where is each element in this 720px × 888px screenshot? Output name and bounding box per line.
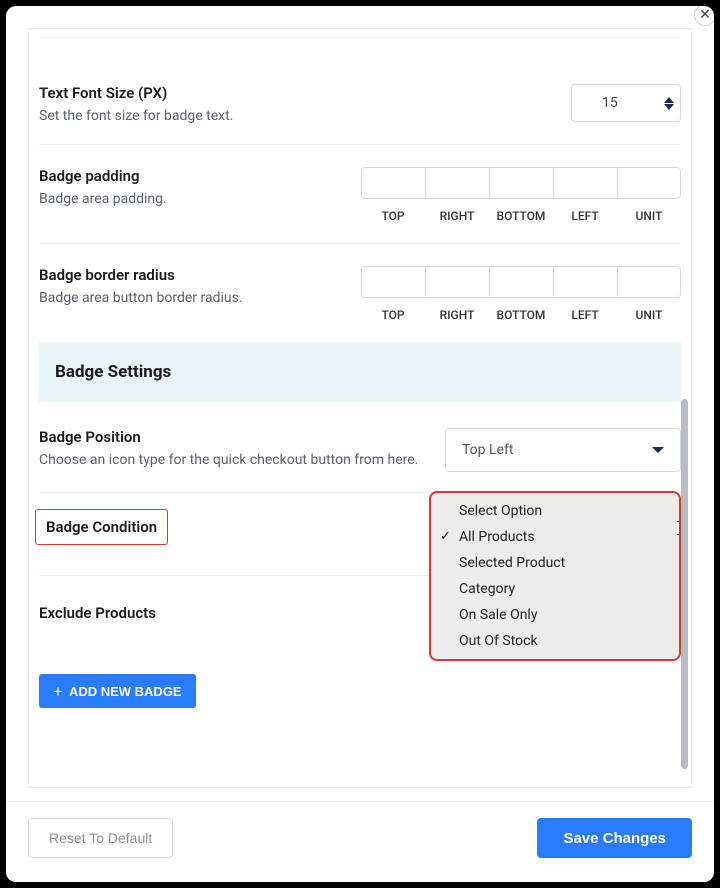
- condition-option-select[interactable]: Select Option: [431, 493, 679, 524]
- scrollbar-thumb[interactable]: [681, 399, 688, 769]
- row-badge-position: Badge Position Choose an icon type for t…: [39, 412, 681, 493]
- settings-modal: ✕ Text Font Size (PX) Set the font size …: [6, 6, 714, 882]
- position-title: Badge Position: [39, 428, 435, 446]
- reset-button[interactable]: Reset To Default: [28, 818, 173, 858]
- padding-label-right: RIGHT: [425, 209, 489, 223]
- stepper-down-icon[interactable]: [664, 104, 674, 110]
- page: Text Font Size (PX) Set the font size fo…: [6, 6, 714, 882]
- radius-label-bottom: BOTTOM: [489, 308, 553, 322]
- font-size-desc: Set the font size for badge text.: [39, 108, 561, 124]
- position-desc: Choose an icon type for the quick checko…: [39, 452, 435, 468]
- border-radius-desc: Badge area button border radius.: [39, 290, 351, 306]
- radius-label-right: RIGHT: [425, 308, 489, 322]
- padding-label-unit: UNIT: [617, 209, 681, 223]
- row-padding: Badge padding Badge area padding.: [39, 145, 681, 244]
- padding-label-left: LEFT: [553, 209, 617, 223]
- position-select[interactable]: Top Left: [445, 428, 681, 472]
- close-button[interactable]: ✕: [694, 6, 714, 26]
- position-select-value: Top Left: [462, 442, 513, 458]
- chevron-down-icon: [652, 447, 664, 453]
- plus-icon: +: [53, 683, 63, 700]
- row-border-radius: Badge border radius Badge area button bo…: [39, 244, 681, 342]
- add-new-badge-button[interactable]: + ADD NEW BADGE: [39, 674, 196, 708]
- border-radius-title: Badge border radius: [39, 266, 351, 284]
- footer: Reset To Default Save Changes: [6, 801, 714, 882]
- radius-left-input[interactable]: [553, 266, 617, 298]
- add-new-badge-label: ADD NEW BADGE: [69, 684, 182, 699]
- padding-bottom-input[interactable]: [489, 167, 553, 199]
- padding-unit-input[interactable]: [617, 167, 681, 199]
- save-button[interactable]: Save Changes: [537, 818, 692, 858]
- padding-left-input[interactable]: [553, 167, 617, 199]
- scroll-area: Text Font Size (PX) Set the font size fo…: [28, 28, 692, 788]
- condition-option-on-sale[interactable]: On Sale Only: [431, 602, 679, 628]
- section-header-title: Badge Settings: [55, 362, 665, 382]
- radius-top-input[interactable]: [361, 266, 425, 298]
- padding-desc: Badge area padding.: [39, 191, 351, 207]
- font-size-value: 15: [602, 95, 618, 111]
- row-badge-condition: Badge Condition Select Option All Produc…: [39, 493, 681, 576]
- radius-label-top: TOP: [361, 308, 425, 322]
- condition-option-selected-product[interactable]: Selected Product: [431, 550, 679, 576]
- close-icon: ✕: [699, 7, 711, 23]
- padding-title: Badge padding: [39, 167, 351, 185]
- condition-option-category[interactable]: Category: [431, 576, 679, 602]
- condition-title-highlight: Badge Condition: [35, 509, 168, 545]
- radius-label-unit: UNIT: [617, 308, 681, 322]
- padding-label-bottom: BOTTOM: [489, 209, 553, 223]
- row-font-size: Text Font Size (PX) Set the font size fo…: [39, 37, 681, 145]
- radius-right-input[interactable]: [425, 266, 489, 298]
- padding-label-top: TOP: [361, 209, 425, 223]
- font-size-stepper[interactable]: 15: [571, 84, 681, 122]
- radius-label-left: LEFT: [553, 308, 617, 322]
- font-size-title: Text Font Size (PX): [39, 84, 561, 102]
- padding-top-input[interactable]: [361, 167, 425, 199]
- radius-bottom-input[interactable]: [489, 266, 553, 298]
- condition-dropdown[interactable]: Select Option All Products Selected Prod…: [429, 491, 681, 661]
- radius-unit-input[interactable]: [617, 266, 681, 298]
- condition-option-all-products[interactable]: All Products: [431, 524, 679, 550]
- section-header-badge-settings: Badge Settings: [39, 342, 681, 402]
- stepper-up-icon[interactable]: [664, 97, 674, 103]
- condition-option-out-of-stock[interactable]: Out Of Stock: [431, 628, 679, 659]
- padding-right-input[interactable]: [425, 167, 489, 199]
- condition-title: Badge Condition: [46, 518, 157, 536]
